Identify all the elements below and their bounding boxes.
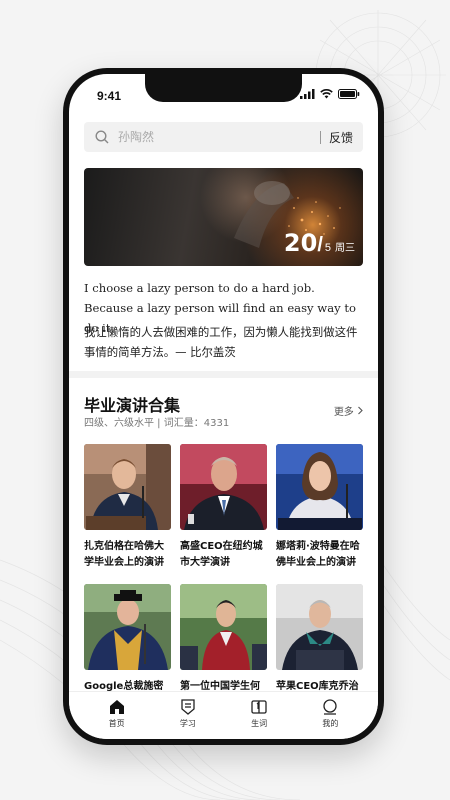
profile-icon bbox=[323, 699, 338, 715]
banner-weekday: 周三 bbox=[335, 243, 355, 254]
phone-screen: 9:41 孙陶然 反馈 20 / 5 周三 I choose a lazy pe… bbox=[69, 74, 378, 739]
wifi-icon bbox=[320, 89, 333, 99]
search-bar[interactable]: 反馈 bbox=[84, 122, 363, 152]
search-input[interactable] bbox=[118, 130, 320, 144]
speech-caption: 高盛CEO在纽约城市大学演讲 bbox=[180, 541, 263, 568]
status-time: 9:41 bbox=[97, 89, 122, 103]
tab-study[interactable]: 学习 bbox=[164, 692, 212, 739]
speech-card-first-chinese-student[interactable]: 第一位中国学生何 bbox=[180, 584, 267, 695]
banner-date: 20 / 5 周三 bbox=[284, 229, 355, 257]
speech-thumbnail bbox=[276, 584, 363, 670]
banner-month: 5 bbox=[324, 242, 331, 254]
speech-caption: 扎克伯格在哈佛大学毕业会上的演讲 bbox=[84, 541, 164, 568]
home-icon bbox=[109, 700, 124, 714]
banner-slash: / bbox=[317, 234, 323, 256]
status-icons bbox=[300, 89, 360, 99]
bottom-tab-bar: 首页 学习 生词 我的 bbox=[69, 691, 378, 739]
section-subtitle: 四级、六级水平 | 词汇量：4331 bbox=[84, 418, 230, 429]
tab-study-label: 学习 bbox=[179, 719, 196, 728]
more-label: 更多 bbox=[333, 407, 354, 418]
daily-quote-banner[interactable]: 20 / 5 周三 bbox=[84, 168, 363, 266]
tab-vocabulary[interactable]: 生词 bbox=[235, 692, 283, 739]
signal-icon bbox=[300, 89, 315, 99]
phone-frame: 9:41 孙陶然 反馈 20 / 5 周三 I choose a lazy pe… bbox=[63, 68, 384, 745]
speech-thumbnail bbox=[180, 584, 267, 670]
section-title: 毕业演讲合集 bbox=[84, 396, 181, 415]
tab-vocabulary-label: 生词 bbox=[251, 719, 268, 728]
quote-chinese: 我让懒惰的人去做困难的工作，因为懒人能找到做这件事情的简单方法。— 比尔盖茨 bbox=[84, 325, 358, 359]
speech-card-natalie-portman[interactable]: 娜塔莉·波特曼在哈佛毕业会上的演讲 bbox=[276, 444, 363, 571]
speech-card-goldman-ceo[interactable]: 高盛CEO在纽约城市大学演讲 bbox=[180, 444, 267, 571]
phone-notch bbox=[145, 74, 302, 102]
search-icon bbox=[95, 130, 109, 144]
banner-day: 20 bbox=[283, 229, 318, 257]
tab-profile[interactable]: 我的 bbox=[306, 692, 354, 739]
speech-thumbnail bbox=[180, 444, 267, 530]
battery-icon bbox=[338, 89, 360, 99]
tab-profile-label: 我的 bbox=[322, 719, 339, 728]
speech-card-zuckerberg[interactable]: 扎克伯格在哈佛大学毕业会上的演讲 bbox=[84, 444, 171, 571]
speech-thumbnail bbox=[84, 584, 171, 670]
section-divider bbox=[69, 371, 378, 378]
tab-home-label: 首页 bbox=[108, 719, 125, 728]
more-link[interactable]: 更多 bbox=[334, 403, 364, 418]
speech-card-tim-cook[interactable]: 苹果CEO库克乔治 bbox=[276, 584, 363, 695]
feedback-button[interactable]: 反馈 bbox=[321, 129, 363, 146]
vocab-book-icon bbox=[251, 700, 267, 714]
study-icon bbox=[181, 699, 195, 715]
chevron-right-icon bbox=[358, 406, 363, 415]
speech-thumbnail bbox=[84, 444, 171, 530]
tab-home[interactable]: 首页 bbox=[93, 692, 141, 739]
speech-thumbnail bbox=[276, 444, 363, 530]
speech-caption: 娜塔莉·波特曼在哈佛毕业会上的演讲 bbox=[276, 541, 360, 568]
